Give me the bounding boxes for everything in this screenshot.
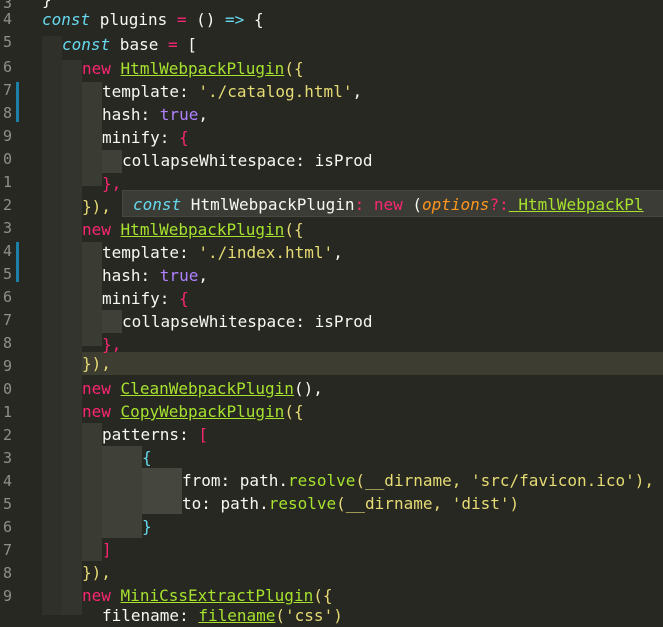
code-line: hash: true,	[102, 105, 208, 124]
code-line: template: './catalog.html',	[102, 82, 363, 101]
line-number: 9	[2, 127, 12, 145]
line-number: 1	[2, 403, 12, 421]
line-number: 4	[2, 10, 12, 28]
line-number: 6	[2, 518, 12, 536]
line-number: 7	[2, 311, 12, 329]
hover-tooltip: const HtmlWebpackPlugin: new (options?: …	[122, 190, 663, 217]
line-number: 8	[2, 104, 12, 122]
code-editor[interactable]: 3 4 5 6 7 8 9 0 1 2 3 4 5 6 7 8 9 0 1 2 …	[0, 0, 663, 625]
code-line: collapseWhitespace: isProd	[122, 312, 373, 331]
code-line: collapseWhitespace: isProd	[122, 151, 373, 170]
line-number: 2	[2, 426, 12, 444]
code-line: minify: {	[102, 128, 189, 147]
line-number: 9	[2, 587, 12, 605]
code-line: }),	[82, 197, 111, 216]
code-line: from: path.resolve(__dirname, 'src/favic…	[182, 471, 655, 490]
line-number: 7	[2, 541, 12, 559]
line-number: 0	[2, 150, 12, 168]
line-number: 0	[2, 380, 12, 398]
line-number: 3	[2, 219, 12, 237]
code-line: }),	[82, 563, 111, 582]
code-line: template: './index.html',	[102, 243, 343, 262]
code-line: },	[102, 174, 122, 193]
line-number: 8	[2, 334, 12, 352]
code-line: new CleanWebpackPlugin(),	[82, 379, 323, 398]
code-line: const plugins = () => {	[42, 10, 264, 29]
git-modified-marker	[16, 242, 19, 282]
code-line: }),	[82, 354, 111, 373]
line-number-gutter: 3 4 5 6 7 8 9 0 1 2 3 4 5 6 7 8 9 0 1 2 …	[0, 0, 20, 615]
code-line: minify: {	[102, 289, 189, 308]
code-line: filename: filename('css')	[102, 606, 343, 625]
line-number: 6	[2, 288, 12, 306]
code-line: patterns: [	[102, 425, 208, 444]
line-number: 5	[2, 265, 12, 283]
code-line: }	[142, 517, 152, 536]
line-number: 5	[2, 495, 12, 513]
code-line: to: path.resolve(__dirname, 'dist')	[182, 494, 520, 513]
code-line: new HtmlWebpackPlugin({	[82, 59, 304, 78]
code-line: ]	[102, 540, 112, 559]
code-line: new HtmlWebpackPlugin({	[82, 220, 304, 239]
line-number: 7	[2, 81, 12, 99]
line-number: 4	[2, 472, 12, 490]
line-number: 4	[2, 242, 12, 260]
code-line: new CopyWebpackPlugin({	[82, 402, 304, 421]
code-line: const base = [	[62, 35, 197, 54]
line-number: 2	[2, 196, 12, 214]
code-line: {	[142, 448, 152, 467]
line-number: 8	[2, 564, 12, 582]
line-number: 9	[2, 357, 12, 375]
line-number: 5	[2, 33, 12, 51]
git-modified-marker	[16, 82, 19, 122]
line-number: 1	[2, 173, 12, 191]
line-number: 6	[2, 58, 12, 76]
code-line: hash: true,	[102, 266, 208, 285]
current-line-highlight	[42, 352, 663, 375]
line-number: 3	[2, 449, 12, 467]
